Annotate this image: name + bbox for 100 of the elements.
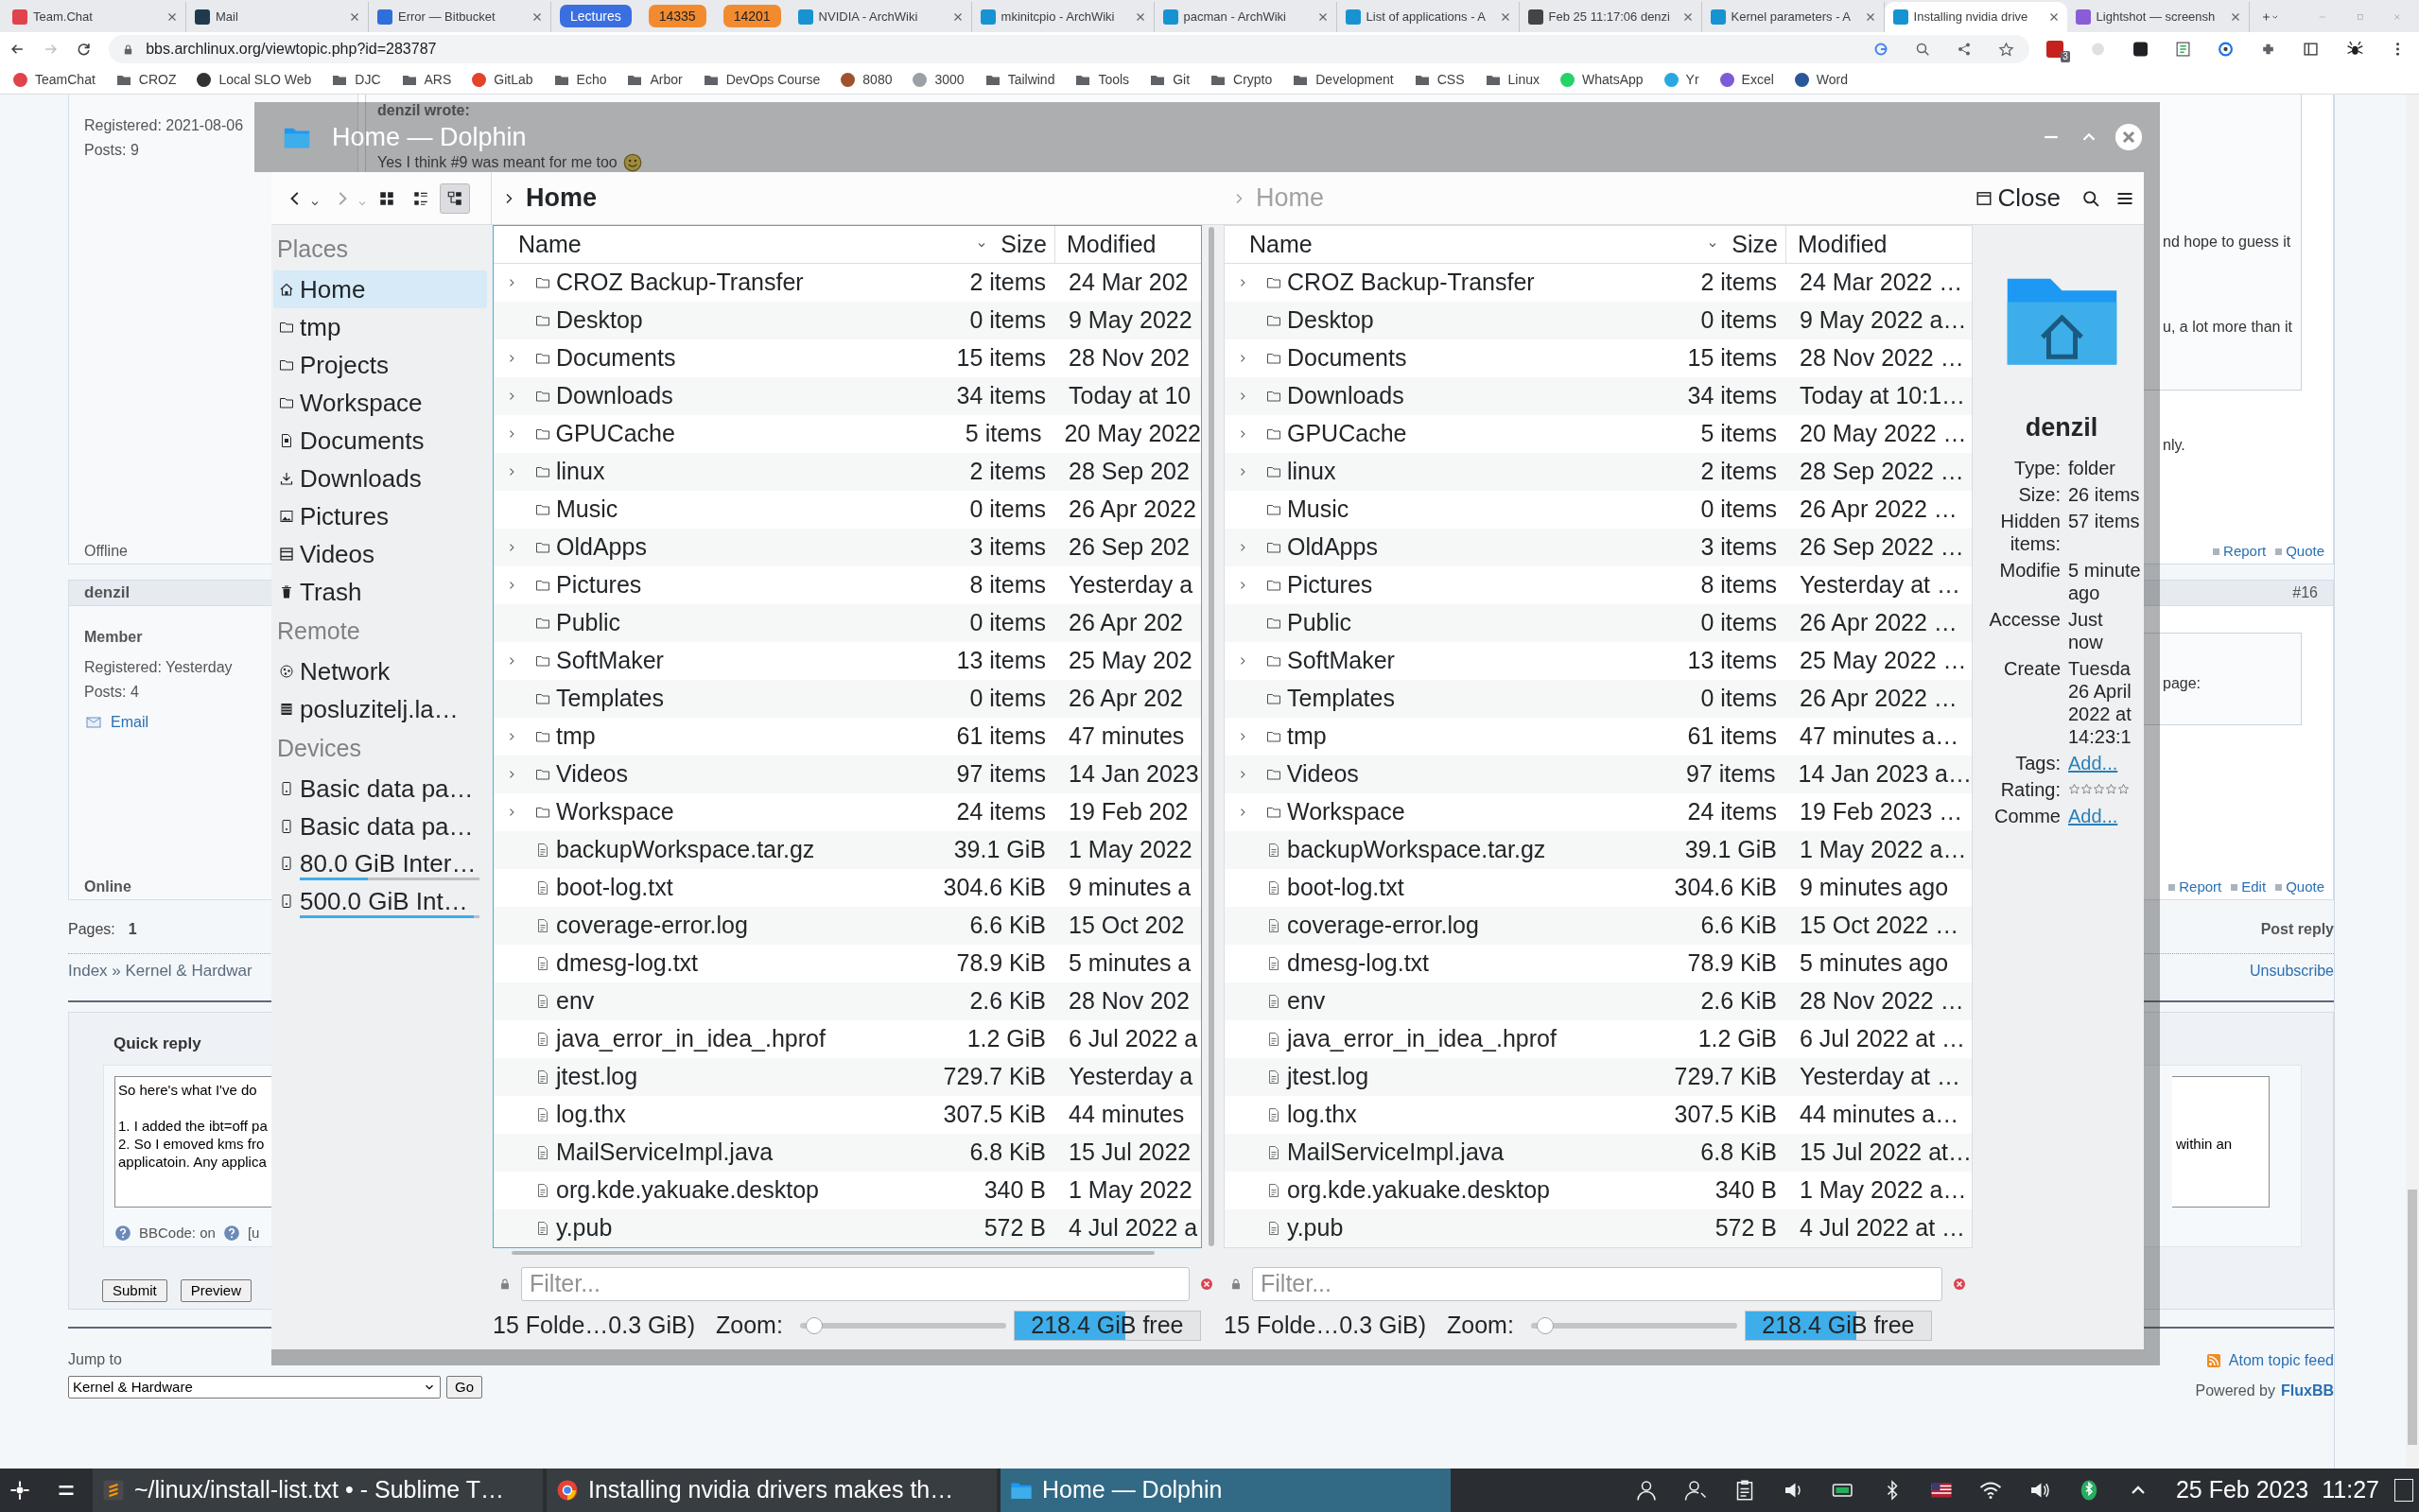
taskbar-task[interactable]: ~/linux/install-list.txt • - Sublime T… [93,1469,543,1512]
go-button[interactable]: Go [446,1376,482,1399]
places-item[interactable]: Home [273,270,487,308]
bookmark[interactable]: Yr [1663,70,1699,90]
bookmark[interactable]: Git [1150,70,1190,90]
bookmark[interactable]: GitLab [472,70,533,90]
taskbar-task[interactable]: Home — Dolphin [1001,1469,1451,1512]
zoom-icon[interactable] [1914,42,1930,57]
star-icon[interactable] [2105,783,2117,795]
zoom-slider[interactable] [1530,1317,1737,1334]
bookmark[interactable]: ARS [401,70,452,90]
message-textarea[interactable]: within an [2172,1076,2270,1208]
file-row[interactable]: y.pub 572 B 4 Jul 2022 a [494,1209,1201,1247]
user-icon[interactable] [1634,1479,1658,1502]
bookmark[interactable]: Linux [1485,70,1540,90]
bookmark[interactable]: Word [1794,70,1849,90]
action-link[interactable]: Quote [2275,539,2324,564]
places-item[interactable]: posluzitelj.la… [273,690,487,728]
tab-group-chip[interactable]: Lectures [560,5,632,27]
file-row[interactable]: Public 0 items 26 Apr 202 [494,604,1201,642]
message-textarea[interactable]: So here's what I've do 1. I added the ibt=off pa 2. So I emoved kms fro applicatoin. Any applica [114,1076,271,1208]
places-item[interactable]: Workspace [273,384,487,422]
feed-link[interactable]: Atom topic feed [2205,1349,2334,1372]
action-link[interactable]: Report [2213,539,2267,564]
file-row[interactable]: Templates 0 items 26 Apr 202 [494,680,1201,718]
search-icon[interactable] [2081,188,2100,208]
side-panel-icon[interactable] [2303,41,2320,58]
form-button[interactable]: Preview [180,1279,252,1302]
action-link[interactable]: Edit [2231,875,2267,899]
jump-select[interactable]: Kernel & Hardware [68,1376,441,1399]
close-split-button[interactable]: Close [1975,180,2061,217]
filter-field[interactable]: Filter... [521,1267,1190,1301]
column-header[interactable]: Size [914,226,1055,263]
bookmark[interactable]: DevOps Course [703,70,821,90]
bookmark[interactable]: Arbor [627,70,683,90]
clear-icon[interactable] [1952,1277,1967,1292]
file-row[interactable]: Desktop 0 items 9 May 2022 [494,302,1201,339]
star-icon[interactable] [2093,783,2105,795]
file-row[interactable]: Videos 97 items 14 Jan 2023 a… [1225,756,1972,793]
file-row[interactable]: Downloads 34 items Today at 10:1… [1225,377,1972,415]
file-row[interactable]: MailServiceImpl.java 6.8 KiB 15 Jul 2022 [494,1134,1201,1172]
file-row[interactable]: MailServiceImpl.java 6.8 KiB 15 Jul 2022 at… [1225,1134,1972,1172]
bookmark[interactable]: 3000 [913,70,965,90]
unsubscribe-link[interactable]: Unsubscribe [2250,959,2334,982]
action-link[interactable]: Report [2168,875,2222,899]
places-item[interactable]: Projects [273,346,487,384]
author-name[interactable]: denzil [84,581,131,605]
bookmark[interactable]: Tailwind [984,70,1055,90]
bookmark[interactable]: CROZ [115,70,177,90]
browser-tab[interactable]: Installing nvidia drive [1884,2,2067,32]
star-icon[interactable] [2068,783,2080,795]
places-item[interactable]: Trash [273,573,487,611]
bookmark[interactable]: Tools [1075,70,1130,90]
lock-icon[interactable] [1229,1277,1243,1291]
breadcrumb[interactable]: Index » Kernel & Hardwar [68,958,252,983]
file-row[interactable]: OldApps 3 items 26 Sep 202 [494,529,1201,566]
bookmark[interactable]: Development [1293,70,1394,90]
bookmark[interactable]: Crypto [1210,70,1273,90]
tab-group-chip[interactable]: 14201 [722,5,781,27]
column-header[interactable]: Size [1645,226,1786,263]
file-row[interactable]: Desktop 0 items 9 May 2022 a… [1225,302,1972,339]
extension-icon[interactable] [2132,41,2149,58]
bookmark[interactable]: Excel [1719,70,1774,90]
places-item[interactable]: Documents [273,422,487,460]
bookmark[interactable]: TeamChat [13,70,96,90]
file-row[interactable]: backupWorkspace.tar.gz 39.1 GiB 1 May 2022 a… [1225,831,1972,869]
tab-group-chip[interactable]: 14335 [648,5,706,27]
bookmark[interactable]: Echo [553,70,607,90]
file-row[interactable]: y.pub 572 B 4 Jul 2022 at … [1225,1209,1972,1247]
taskbar-task[interactable]: Installing nvidia drivers makes th… [547,1469,997,1512]
file-row[interactable]: coverage-error.log 6.6 KiB 15 Oct 2022 … [1225,907,1972,945]
file-row[interactable]: Templates 0 items 26 Apr 2022 … [1225,680,1972,718]
places-item[interactable]: tmp [273,308,487,346]
bookmark[interactable]: CSS [1414,70,1465,90]
file-row[interactable]: jtest.log 729.7 KiB Yesterday a [494,1058,1201,1096]
fluxbb-link[interactable]: FluxBB [2281,1382,2334,1399]
star-icon[interactable] [1997,41,2014,58]
launcher-icon[interactable] [9,1480,30,1501]
breadcrumb-item[interactable]: Home [501,179,597,217]
lock-icon[interactable] [498,1277,512,1291]
column-header[interactable]: Name [494,226,914,263]
file-row[interactable]: OldApps 3 items 26 Sep 2022 … [1225,529,1972,566]
file-row[interactable]: backupWorkspace.tar.gz 39.1 GiB 1 May 2022 [494,831,1201,869]
places-item[interactable]: Network [273,652,487,690]
column-header[interactable]: Modified [1055,226,1201,263]
scrollbar[interactable] [2406,95,2419,1469]
add-link[interactable]: Add... [2068,804,2142,827]
star-icon[interactable] [2080,783,2093,795]
help-icon[interactable] [114,1225,131,1243]
help-icon[interactable] [222,1225,240,1243]
column-header[interactable]: Name [1225,226,1645,263]
places-item[interactable]: 500.0 GiB Int… [273,883,487,921]
post-number[interactable]: #16 [2292,582,2318,604]
file-row[interactable]: Downloads 34 items Today at 10 [494,377,1201,415]
show-desktop-button[interactable] [2394,1479,2413,1502]
bookmark[interactable]: Local SLO Web [197,70,312,90]
places-item[interactable]: Basic data pa… [273,770,487,808]
reload-icon[interactable] [76,41,93,58]
email-link[interactable]: Email [84,710,148,735]
form-button[interactable]: Submit [102,1279,167,1302]
